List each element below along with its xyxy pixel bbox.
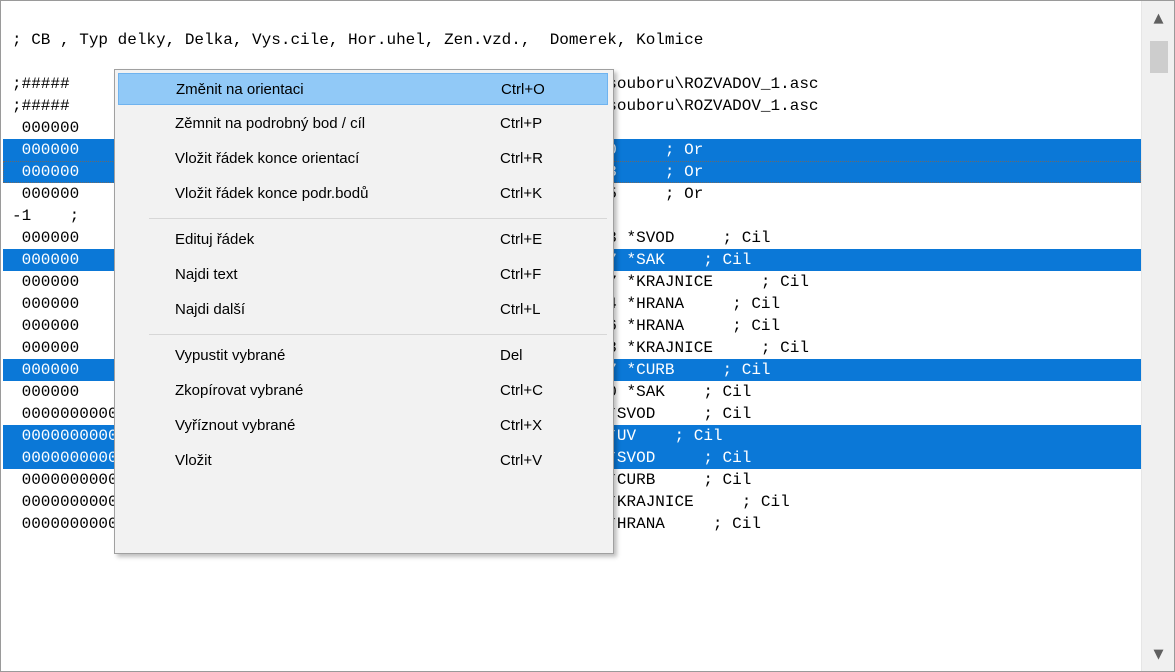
menu-item[interactable]: Vyříznout vybrané Ctrl+X bbox=[118, 410, 608, 442]
menu-item-label: Vložit řádek konce podr.bodů bbox=[175, 185, 369, 202]
menu-item-shortcut: Ctrl+P bbox=[500, 115, 543, 132]
menu-item-label: Vložit řádek konce orientací bbox=[175, 150, 360, 167]
menu-separator bbox=[149, 334, 607, 335]
menu-item-label: Vložit bbox=[175, 452, 212, 469]
menu-item-shortcut: Ctrl+E bbox=[500, 231, 543, 248]
menu-item[interactable]: Edituj řádek Ctrl+E bbox=[118, 224, 608, 256]
menu-item-label: Edituj řádek bbox=[175, 231, 255, 248]
menu-item-label: Zkopírovat vybrané bbox=[175, 382, 304, 399]
menu-item[interactable]: Vložit Ctrl+V bbox=[118, 445, 608, 477]
editor-line[interactable]: ; CB , Typ delky, Delka, Vys.cile, Hor.u… bbox=[3, 29, 1141, 51]
menu-item-shortcut: Ctrl+L bbox=[500, 301, 541, 318]
scroll-up-icon[interactable]: ▲ bbox=[1142, 5, 1174, 31]
menu-item[interactable]: Změnit na orientaci Ctrl+O bbox=[118, 73, 608, 105]
menu-item-label: Zěmnit na podrobný bod / cíl bbox=[175, 115, 366, 132]
editor-line[interactable] bbox=[3, 7, 1141, 29]
menu-item-shortcut: Ctrl+F bbox=[500, 266, 542, 283]
menu-item[interactable]: Najdi text Ctrl+F bbox=[118, 259, 608, 291]
menu-item-label: Najdi další bbox=[175, 301, 246, 318]
menu-item-label: Vypustit vybrané bbox=[175, 347, 286, 364]
context-menu: Změnit na orientaci Ctrl+O Zěmnit na podro… bbox=[114, 69, 614, 554]
menu-item[interactable]: Najdi další Ctrl+L bbox=[118, 294, 608, 326]
menu-item-label: Najdi text bbox=[175, 266, 238, 283]
menu-item[interactable]: Zkopírovat vybrané Ctrl+C bbox=[118, 375, 608, 407]
menu-item-label: Vyříznout vybrané bbox=[175, 417, 296, 434]
scrollbar-thumb[interactable] bbox=[1150, 41, 1168, 73]
menu-item-shortcut: Ctrl+C bbox=[500, 382, 543, 399]
menu-item-shortcut: Ctrl+X bbox=[500, 417, 543, 434]
menu-item-shortcut: Del bbox=[500, 347, 523, 364]
menu-item-shortcut: Ctrl+K bbox=[500, 185, 543, 202]
menu-item[interactable]: Vložit řádek konce podr.bodů Ctrl+K bbox=[118, 178, 608, 210]
menu-item[interactable]: Zěmnit na podrobný bod / cíl Ctrl+P bbox=[118, 108, 608, 140]
menu-separator bbox=[149, 218, 607, 219]
menu-item-label: Změnit na orientaci bbox=[176, 81, 304, 98]
menu-item[interactable]: Vypustit vybrané Del bbox=[118, 340, 608, 372]
vertical-scrollbar[interactable]: ▲ ▼ bbox=[1141, 1, 1174, 671]
menu-item-shortcut: Ctrl+V bbox=[500, 452, 543, 469]
scroll-down-icon[interactable]: ▼ bbox=[1142, 641, 1174, 667]
menu-item-shortcut: Ctrl+R bbox=[500, 150, 543, 167]
menu-item-shortcut: Ctrl+O bbox=[501, 81, 545, 98]
menu-item[interactable]: Vložit řádek konce orientací Ctrl+R bbox=[118, 143, 608, 175]
